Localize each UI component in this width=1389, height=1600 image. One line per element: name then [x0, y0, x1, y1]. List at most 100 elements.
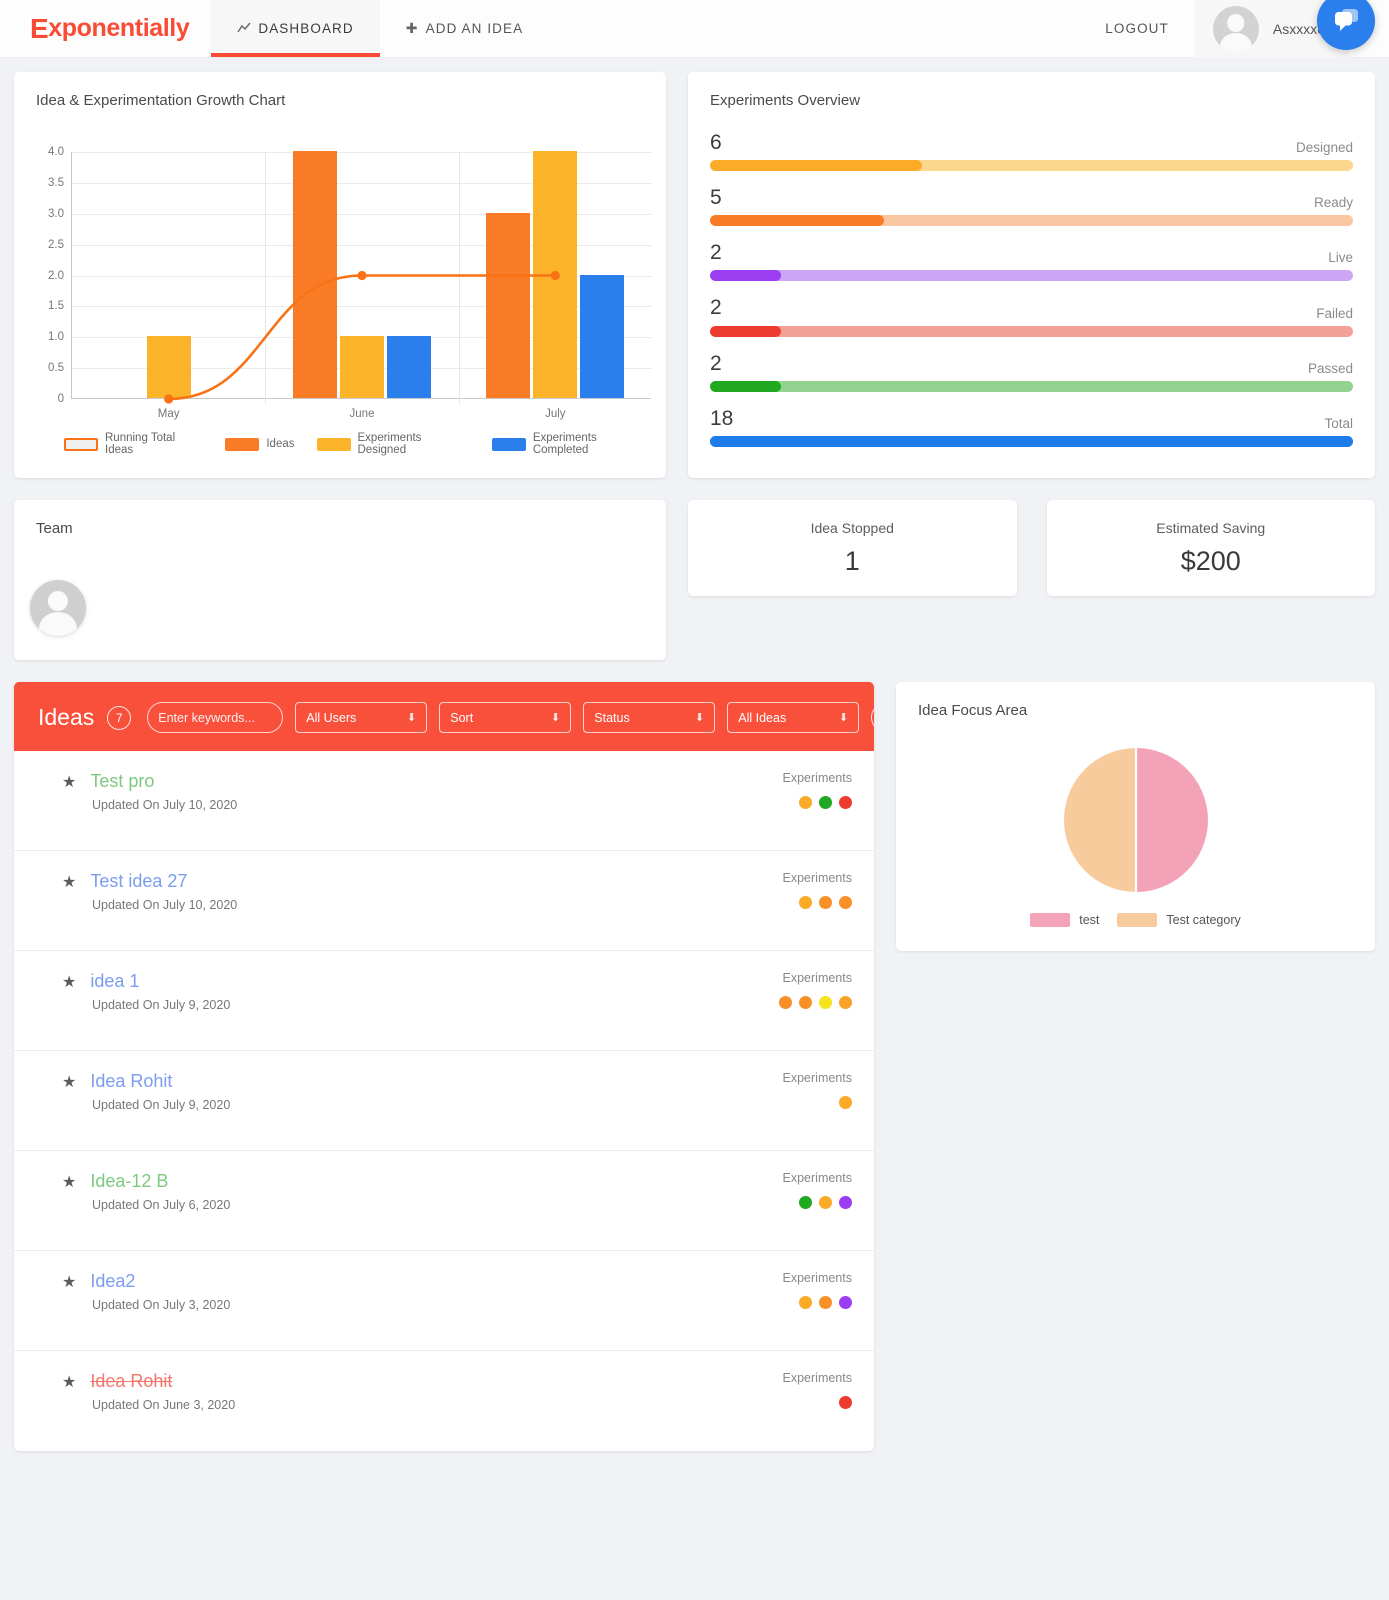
experiment-status-dot[interactable]	[819, 1196, 832, 1209]
line-data-point	[164, 394, 174, 404]
ideas-card: Ideas 7 Enter keywords... All Users ⬇ So…	[14, 682, 874, 1451]
idea-title-line: ★ Test pro	[62, 771, 237, 792]
idea-focus-area-title: Idea Focus Area	[918, 702, 1028, 719]
experiment-status-dot[interactable]	[839, 1096, 852, 1109]
legend-label: Experiments Completed	[532, 432, 597, 456]
stat-label: Estimated Saving	[1156, 519, 1266, 536]
experiment-status-dot[interactable]	[839, 1196, 852, 1209]
idea-name[interactable]: idea 1	[90, 971, 139, 992]
search-input[interactable]: Enter keywords...	[147, 702, 284, 733]
idea-info: ★ Idea2 Updated On July 3, 2020	[62, 1271, 230, 1330]
experiment-status-dot[interactable]	[819, 796, 832, 809]
idea-info: ★ idea 1 Updated On July 9, 2020	[62, 971, 230, 1030]
experiment-status-dot[interactable]	[799, 996, 812, 1009]
experiment-status-dot[interactable]	[839, 896, 852, 909]
stat-card-idea-stopped: Idea Stopped 1	[688, 500, 1017, 596]
experiment-status-dot[interactable]	[819, 996, 832, 1009]
idea-list-item[interactable]: ★ idea 1 Updated On July 9, 2020 Experiment…	[14, 951, 874, 1051]
experiment-dots	[799, 1196, 852, 1209]
experiment-dots	[839, 1396, 852, 1409]
experiment-status-dot[interactable]	[819, 1296, 832, 1309]
star-icon[interactable]: ★	[62, 872, 76, 892]
experiments-caption: Experiments	[782, 771, 852, 785]
legend-label: Ideas	[266, 438, 295, 450]
idea-name[interactable]: Test pro	[90, 771, 154, 792]
y-axis-tick: 2.0	[48, 269, 64, 282]
idea-experiments: Experiments	[783, 871, 852, 930]
experiment-status-row: 2 Live	[710, 241, 1353, 282]
idea-focus-area-card: Idea Focus Area test Test category	[896, 682, 1375, 951]
experiment-count: 6	[710, 131, 722, 154]
experiments-caption: Experiments	[782, 1371, 852, 1385]
pie-chart	[896, 745, 1375, 895]
star-icon[interactable]: ★	[62, 772, 76, 792]
idea-title-line: ★ Idea-12 B	[62, 1171, 230, 1192]
idea-list-item[interactable]: ★ Idea2 Updated On July 3, 2020 Experiments	[14, 1251, 874, 1351]
pie-chart-legend: test Test category	[896, 913, 1375, 927]
idea-name[interactable]: Idea Rohit	[90, 1371, 172, 1392]
idea-updated-date: Updated On July 9, 2020	[92, 998, 231, 1012]
nav-item-add-an-idea[interactable]: ✚ ADD AN IDEA	[380, 0, 549, 57]
star-icon[interactable]: ★	[62, 1172, 76, 1192]
running-total-line	[164, 270, 560, 404]
experiment-status-dot[interactable]	[799, 1196, 812, 1209]
dashboard-row-top: Idea & Experimentation Growth Chart 0 0.5…	[14, 72, 1375, 478]
logout-button[interactable]: LOGOUT	[1079, 21, 1195, 36]
idea-list-item[interactable]: ★ Test pro Updated On July 10, 2020 Experim…	[14, 751, 874, 851]
experiment-status-dot[interactable]	[779, 996, 792, 1009]
idea-list-item[interactable]: ★ Idea Rohit Updated On July 9, 2020 Experi…	[14, 1051, 874, 1151]
experiment-progress-fill	[710, 160, 923, 172]
idea-list-item[interactable]: ★ Test idea 27 Updated On July 10, 2020 Exp…	[14, 851, 874, 951]
experiment-row-head: 2 Failed	[710, 296, 1353, 320]
experiment-status-dot[interactable]	[839, 1396, 852, 1409]
chevron-down-icon: ⬇	[551, 712, 561, 724]
idea-list-item[interactable]: ★ Idea Rohit Updated On June 3, 2020 Experi…	[14, 1351, 874, 1451]
search-icon[interactable]	[871, 703, 874, 732]
experiment-row-head: 6 Designed	[710, 131, 1353, 155]
legend-swatch	[64, 437, 98, 451]
users-filter[interactable]: All Users ⬇	[295, 702, 428, 733]
page-body: Idea & Experimentation Growth Chart 0 0.5…	[0, 58, 1389, 1487]
pie-legend-swatch	[1117, 913, 1158, 927]
experiment-status-dot[interactable]	[819, 896, 832, 909]
stat-card-estimated-saving: Estimated Saving $200	[1046, 500, 1375, 596]
idea-name[interactable]: Idea-12 B	[90, 1171, 168, 1192]
experiment-status-label: Passed	[1307, 360, 1353, 376]
idea-experiments: Experiments	[783, 1071, 852, 1130]
idea-name[interactable]: Test idea 27	[90, 871, 187, 892]
experiment-row-head: 5 Ready	[710, 186, 1353, 210]
sort-filter[interactable]: Sort ⬇	[439, 702, 572, 733]
experiment-row-head: 18 Total	[710, 407, 1353, 431]
y-axis-tick: 0.5	[48, 362, 64, 375]
star-icon[interactable]: ★	[62, 1272, 76, 1292]
experiment-dots	[779, 996, 852, 1009]
star-icon[interactable]: ★	[62, 1372, 76, 1392]
nav-item-dashboard[interactable]: DASHBOARD	[211, 0, 381, 57]
scope-filter[interactable]: All Ideas ⬇	[727, 702, 860, 733]
experiment-status-dot[interactable]	[839, 1296, 852, 1309]
experiment-status-dot[interactable]	[839, 796, 852, 809]
experiment-status-dot[interactable]	[799, 896, 812, 909]
star-icon[interactable]: ★	[62, 1072, 76, 1092]
y-axis-tick: 3.0	[48, 207, 64, 220]
idea-experiments: Experiments	[783, 1171, 852, 1230]
experiment-status-dot[interactable]	[839, 996, 852, 1009]
experiment-status-label: Ready	[1313, 195, 1353, 211]
users-filter-value: All Users	[306, 710, 357, 725]
team-member-avatar[interactable]	[30, 580, 86, 636]
sort-filter-value: Sort	[450, 710, 474, 725]
team-title: Team	[36, 520, 73, 537]
idea-name[interactable]: Idea Rohit	[90, 1071, 172, 1092]
brand-logo[interactable]: Exponentially	[0, 0, 211, 57]
star-icon[interactable]: ★	[62, 972, 76, 992]
idea-name[interactable]: Idea2	[90, 1271, 135, 1292]
stat-label: Idea Stopped	[810, 519, 894, 536]
status-filter[interactable]: Status ⬇	[583, 702, 716, 733]
experiment-status-dot[interactable]	[799, 1296, 812, 1309]
experiment-count: 18	[710, 406, 734, 430]
experiment-status-dot[interactable]	[799, 796, 812, 809]
legend-item: Running Total Ideas	[64, 432, 203, 456]
experiment-dots	[839, 1096, 852, 1109]
idea-updated-date: Updated On June 3, 2020	[92, 1398, 236, 1412]
idea-list-item[interactable]: ★ Idea-12 B Updated On July 6, 2020 Experim…	[14, 1151, 874, 1251]
